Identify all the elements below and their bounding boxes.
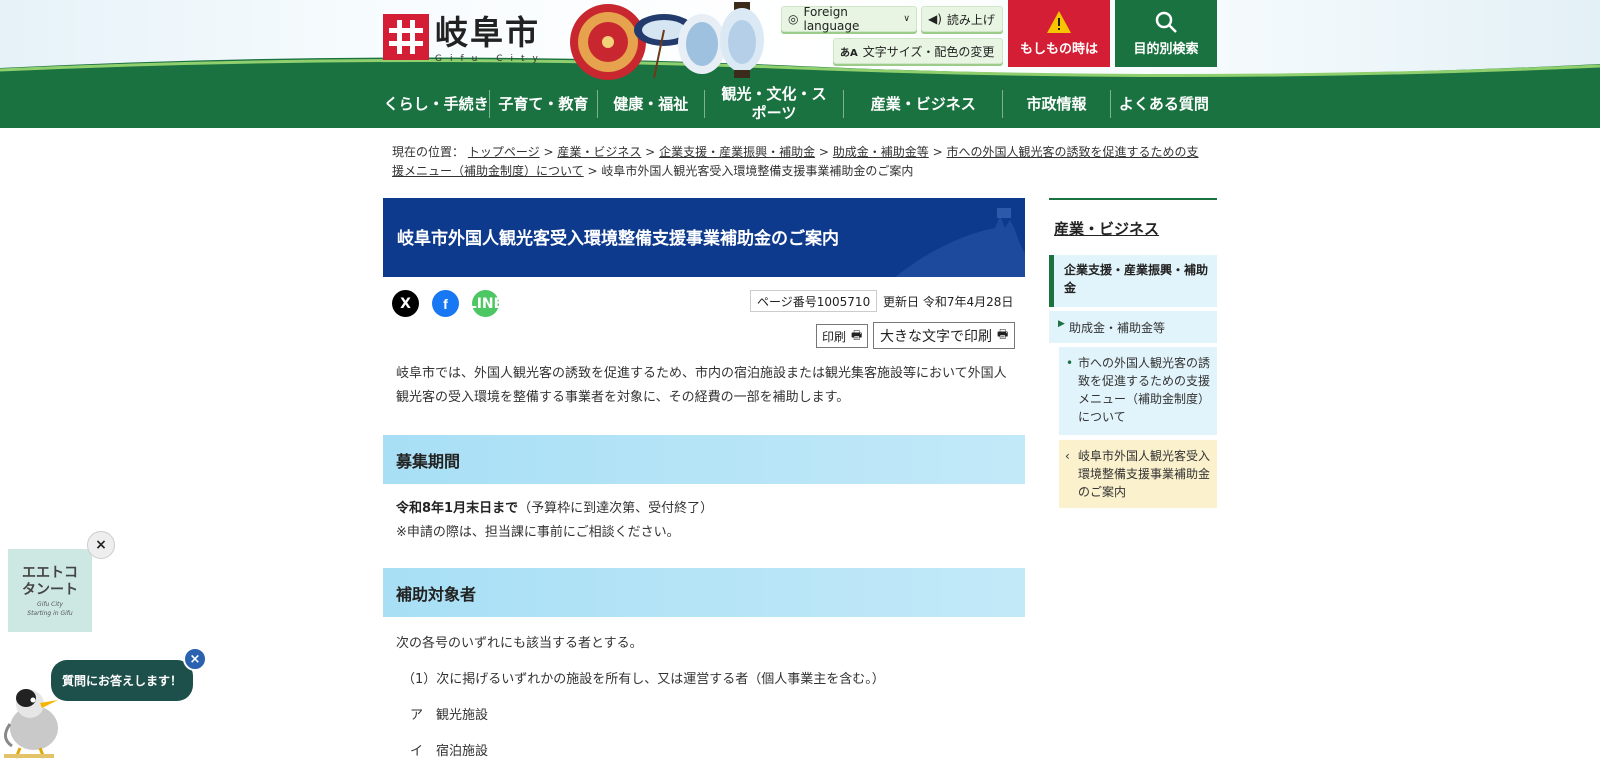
purpose-search-label: 目的別検索	[1133, 42, 1199, 57]
chevron-down-icon: ∨	[903, 14, 910, 24]
breadcrumb-link-industry[interactable]: 産業・ビジネス	[557, 145, 641, 159]
print-large-label: 大きな文字で印刷	[880, 328, 992, 345]
ad-title-line1: エエトコ	[22, 564, 78, 581]
bullet-icon: •	[1066, 356, 1074, 370]
page-number: ページ番号1005710	[750, 290, 878, 312]
sidebar-divider	[1049, 198, 1217, 200]
sidebar-item-corporate-support[interactable]: 企業支援・産業振興・補助金	[1049, 255, 1217, 307]
eligible-line-3: ア 観光施設	[410, 708, 489, 723]
globe-icon: ◎	[788, 12, 799, 26]
sidebar-item-support-menu[interactable]: • 市への外国人観光客の誘致を促進するための支援メニュー（補助金制度）について	[1059, 347, 1217, 435]
consult-note: ※申請の際は、担当課に事前にご相談ください。	[396, 525, 680, 540]
period-note: （予算枠に到達次第、受付終了）	[518, 501, 714, 516]
line-share-icon[interactable]: LINE	[468, 290, 503, 317]
nav-item-living[interactable]: くらし・手続き	[383, 90, 489, 118]
printer-icon: 🖶	[851, 327, 863, 342]
breadcrumb-separator: >	[543, 145, 554, 159]
social-share: X f LINE	[392, 290, 512, 317]
triangle-right-icon: ▶	[1058, 319, 1065, 329]
nav-item-tourism[interactable]: 観光・文化・スポーツ	[703, 85, 843, 122]
logo-text-jp: 岐阜市	[435, 13, 540, 52]
period-deadline: 令和8年1月末日まで	[396, 501, 519, 516]
read-aloud-button[interactable]: ◀) 読み上げ	[921, 6, 1003, 32]
sidebar-item-grants-label: 助成金・補助金等	[1069, 321, 1166, 335]
section-heading-period: 募集期間	[383, 435, 1025, 484]
print-button[interactable]: 印刷 🖶	[816, 324, 869, 348]
nav-item-city-info[interactable]: 市政情報	[1002, 90, 1109, 118]
chevron-left-icon: ‹	[1065, 449, 1070, 463]
nav-item-childcare[interactable]: 子育て・教育	[489, 90, 596, 118]
castle-silhouette-icon	[895, 208, 1025, 277]
breadcrumb-separator: >	[932, 145, 943, 159]
nav-item-faq[interactable]: よくある質問	[1109, 90, 1217, 118]
breadcrumb-separator: >	[587, 164, 598, 178]
breadcrumb: 現在の位置： トップページ > 産業・ビジネス > 企業支援・産業振興・補助金 …	[392, 143, 1207, 181]
page-title-band: 岐阜市外国人観光客受入環境整備支援事業補助金のご案内	[383, 198, 1025, 277]
site-logo[interactable]: 岐阜市 Gifu City	[383, 14, 546, 64]
sidebar-item-grants[interactable]: ▶ 助成金・補助金等	[1049, 311, 1217, 343]
nav-item-health[interactable]: 健康・福祉	[596, 90, 704, 118]
ad-close-button[interactable]: ×	[87, 531, 115, 559]
sidebar-title[interactable]: 産業・ビジネス	[1054, 218, 1159, 239]
foreign-language-button[interactable]: ◎ Foreign language ∨	[781, 5, 917, 33]
umbrellas-lantern-image	[570, 2, 764, 80]
read-aloud-label: 読み上げ	[946, 12, 995, 27]
site-header: 岐阜市 Gifu City ◎ Foreign language ∨ ◀) 読み…	[0, 0, 1600, 80]
emergency-label: もしもの時は	[1019, 42, 1098, 57]
updated-date: 更新日 令和7年4月28日	[883, 295, 1014, 309]
facebook-share-icon[interactable]: f	[432, 290, 459, 317]
breadcrumb-current: 岐阜市外国人観光客受入環境整備支援事業補助金のご案内	[601, 164, 914, 178]
eligible-line-4: イ 宿泊施設	[410, 744, 489, 759]
eligible-line-1: 次の各号のいずれにも該当する者とする。	[396, 636, 643, 651]
chatbot-close-button[interactable]: ×	[183, 647, 207, 671]
warning-icon	[1047, 11, 1071, 33]
purpose-search-button[interactable]: 目的別検索	[1115, 0, 1217, 67]
breadcrumb-link-grants[interactable]: 助成金・補助金等	[833, 145, 929, 159]
text-size-icon: あA	[840, 47, 858, 59]
print-label: 印刷	[822, 329, 847, 344]
gifu-city-emblem-icon	[383, 14, 429, 60]
printer-icon: 🖶	[997, 327, 1009, 341]
section-heading-eligible: 補助対象者	[383, 568, 1025, 617]
sidebar-item-current[interactable]: ‹ 岐阜市外国人観光客受入環境整備支援事業補助金のご案内	[1059, 440, 1217, 508]
ad-title-line2: タンート	[22, 581, 78, 598]
page-title: 岐阜市外国人観光客受入環境整備支援事業補助金のご案内	[397, 229, 839, 249]
header-wave	[0, 57, 1600, 80]
foreign-language-label: Foreign language	[803, 5, 860, 33]
speaker-icon: ◀)	[928, 12, 942, 26]
period-text: 令和8年1月末日まで（予算枠に到達次第、受付終了）	[396, 497, 713, 516]
logo-text-en: Gifu City	[435, 54, 546, 64]
text-size-color-label: 文字サイズ・配色の変更	[862, 44, 995, 59]
eligible-line-2: （1）次に掲げるいずれかの施設を所有し、又は運営する者（個人事業主を含む。）	[402, 672, 885, 687]
breadcrumb-separator: >	[645, 145, 656, 159]
breadcrumb-separator: >	[818, 145, 829, 159]
breadcrumb-link-top[interactable]: トップページ	[468, 145, 540, 159]
ad-banner[interactable]: エエトコ タンート Gifu City Starting in Gifu	[8, 549, 92, 632]
nav-item-industry[interactable]: 産業・ビジネス	[843, 90, 1002, 118]
x-share-icon[interactable]: X	[392, 290, 419, 317]
sidebar-item-current-label: 岐阜市外国人観光客受入環境整備支援事業補助金のご案内	[1078, 449, 1211, 499]
breadcrumb-link-support[interactable]: 企業支援・産業振興・補助金	[659, 145, 815, 159]
ad-tagline: Starting in Gifu	[27, 609, 73, 617]
ad-subtitle: Gifu City	[37, 600, 63, 608]
search-icon	[1155, 11, 1177, 33]
text-size-color-button[interactable]: あA 文字サイズ・配色の変更	[833, 38, 1003, 64]
chatbot-bubble[interactable]: 質問にお答えします！	[51, 660, 193, 701]
breadcrumb-prefix: 現在の位置：	[392, 145, 465, 159]
sidebar-item-support-menu-label: 市への外国人観光客の誘致を促進するための支援メニュー（補助金制度）について	[1078, 356, 1211, 424]
emergency-button[interactable]: もしもの時は	[1008, 0, 1110, 67]
global-nav: くらし・手続き 子育て・教育 健康・福祉 観光・文化・スポーツ 産業・ビジネス …	[0, 80, 1600, 128]
print-large-button[interactable]: 大きな文字で印刷 🖶	[873, 322, 1016, 349]
intro-text: 岐阜市では、外国人観光客の誘致を促進するため、市内の宿泊施設または観光集客施設等…	[396, 366, 1007, 405]
